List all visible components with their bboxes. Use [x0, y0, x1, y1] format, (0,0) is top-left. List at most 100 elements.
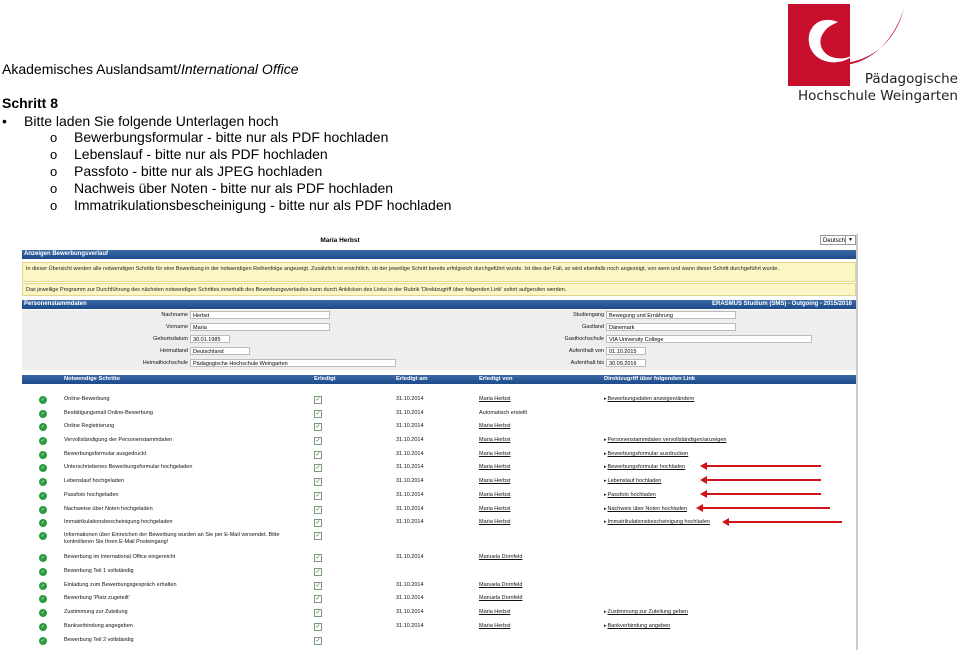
done-date: 31.10.2014 [396, 451, 424, 457]
direct-link[interactable]: Bankverbindung angeben [604, 623, 671, 629]
direct-link[interactable]: Bewerbungsformular hochladen [604, 464, 686, 470]
done-date: 31.10.2014 [396, 609, 424, 615]
done-checkbox: ✓ [314, 582, 322, 590]
status-ok-icon: ✓ [39, 568, 47, 576]
done-by[interactable]: Maria Herbst [479, 492, 510, 498]
step-label: Informationen über Einreichen der Bewerb… [64, 532, 280, 545]
done-checkbox: ✓ [314, 554, 322, 562]
done-checkbox: ✓ [314, 568, 322, 576]
col-step: Notwendige Schritte [64, 376, 121, 382]
table-row: ✓ Online-Bewerbung ✓ 31.10.2014 Maria Herbst… [22, 396, 856, 408]
step-label: Einladung zum Bewerbungsgespräch erhalte… [64, 582, 177, 588]
direct-link[interactable]: Bewerbungsformular ausdrucken [604, 451, 689, 457]
circle-bullet-icon: o [50, 164, 58, 179]
status-ok-icon: ✓ [39, 609, 47, 617]
done-by: Automatisch erstellt [479, 410, 527, 416]
status-ok-icon: ✓ [39, 464, 47, 472]
done-date: 31.10.2014 [396, 582, 424, 588]
step-label: Nachweise über Noten hochgeladen [64, 506, 153, 512]
direct-link[interactable]: Nachweis über Noten hochladen [604, 506, 688, 512]
done-by[interactable]: Maria Herbst [479, 396, 510, 402]
scrollbar[interactable] [856, 234, 858, 650]
done-by[interactable]: Maria Herbst [479, 478, 510, 484]
done-by[interactable]: Maria Herbst [479, 464, 510, 470]
info-box-2: Das jeweilige Programm zur Durchführung … [22, 283, 856, 296]
lastname-field: Herbst [190, 311, 330, 319]
step-title: Schritt 8 [2, 95, 59, 111]
red-arrow-5 [722, 518, 842, 526]
col-done-by: Erledigt von [479, 376, 513, 382]
stay-to-field: 30.09.2016 [606, 359, 646, 367]
done-by[interactable]: Maria Herbst [479, 609, 510, 615]
status-ok-icon: ✓ [39, 519, 47, 527]
done-by[interactable]: Maria Herbst [479, 623, 510, 629]
homecountry-field: Deutschland [190, 347, 250, 355]
status-ok-icon: ✓ [39, 492, 47, 500]
language-select[interactable]: Deutsch ▼ [820, 235, 856, 245]
step-label: Lebenslauf hochgeladen [64, 478, 124, 484]
done-by[interactable]: Manuela Dornfeld [479, 595, 522, 601]
steps-table-header: Notwendige Schritte Erledigt Erledigt am… [22, 375, 856, 384]
birthdate-field: 30.01.1985 [190, 335, 230, 343]
table-row: ✓ Bankverbindung angegeben ✓ 31.10.2014 Mari… [22, 623, 856, 635]
status-ok-icon: ✓ [39, 623, 47, 631]
done-checkbox: ✓ [314, 532, 322, 540]
done-by[interactable]: Maria Herbst [479, 506, 510, 512]
done-by[interactable]: Maria Herbst [479, 423, 510, 429]
status-ok-icon: ✓ [39, 410, 47, 418]
office-italic: International Office [180, 61, 299, 77]
direct-link[interactable]: Zustimmung zur Zuteilung geben [604, 609, 688, 615]
done-by[interactable]: Maria Herbst [479, 519, 510, 525]
step-label: Bankverbindung angegeben [64, 623, 133, 629]
done-by[interactable]: Maria Herbst [479, 437, 510, 443]
done-by[interactable]: Maria Herbst [479, 451, 510, 457]
office-prefix: Akademisches Auslandsamt/ [2, 61, 181, 77]
table-row: ✓ Bewerbung Teil 1 vollständig ✓ [22, 568, 856, 580]
table-row: ✓ Informationen über Einreichen der Bewer… [22, 532, 856, 550]
direct-link[interactable]: Lebenslauf hochladen [604, 478, 662, 484]
done-checkbox: ✓ [314, 437, 322, 445]
direct-link[interactable]: Passfoto hochladen [604, 492, 656, 498]
done-checkbox: ✓ [314, 623, 322, 631]
table-row: ✓ Bewerbung 'Platz zugeteilt' ✓ 31.10.2014 M… [22, 595, 856, 607]
logo-line-1: Pädagogische [864, 71, 958, 87]
done-date: 31.10.2014 [396, 623, 424, 629]
done-date: 31.10.2014 [396, 410, 424, 416]
portal-topbar: Maria Herbst Deutsch ▼ [22, 234, 858, 247]
step-label: Unterschriebenes Bewerbungsformular hoch… [64, 464, 193, 470]
direct-link[interactable]: Immatrikulationsbescheinigung hochladen [604, 519, 710, 525]
table-row: ✓ Online Registrierung ✓ 31.10.2014 Maria He… [22, 423, 856, 435]
status-ok-icon: ✓ [39, 554, 47, 562]
intro-text: Bitte laden Sie folgende Unterlagen hoch [24, 113, 279, 129]
step-label: Online Registrierung [64, 423, 115, 429]
table-row: ✓ Bewerbung Teil 2 vollständig ✓ [22, 637, 856, 649]
done-date: 31.10.2014 [396, 554, 424, 560]
hostcountry-field: Dänemark [606, 323, 736, 331]
done-by[interactable]: Manuela Dornfeld [479, 554, 522, 560]
program-header: ERASMUS Studium (SMS) - Outgoing - 2015/… [711, 301, 852, 307]
done-date: 31.10.2014 [396, 478, 424, 484]
done-checkbox: ✓ [314, 451, 322, 459]
list-item: o Immatrikulationsbescheinigung - bitte n… [50, 197, 452, 213]
table-row: ✓ Bestätigungsmail Online-Bewerbung ✓ 31.10… [22, 410, 856, 422]
status-ok-icon: ✓ [39, 437, 47, 445]
chevron-down-icon: ▼ [845, 236, 855, 244]
red-arrow-3 [700, 490, 821, 498]
done-checkbox: ✓ [314, 492, 322, 500]
done-checkbox: ✓ [314, 519, 322, 527]
done-date: 31.10.2014 [396, 437, 424, 443]
person-header: Personenstammdaten ERASMUS Studium (SMS)… [22, 300, 856, 309]
direct-link[interactable]: Personenstammdaten vervollständigen/anze… [604, 437, 727, 443]
step-label: Vervollständigung der Personenstammdaten [64, 437, 173, 443]
done-date: 31.10.2014 [396, 492, 424, 498]
list-item: o Nachweis über Noten - bitte nur als PDF… [50, 180, 394, 196]
direct-link[interactable]: Bewerbungsdaten anzeigen/ändern [604, 396, 695, 402]
list-item: o Lebenslauf - bitte nur als PDF hochlade… [50, 146, 328, 162]
done-by[interactable]: Manuela Dornfeld [479, 582, 522, 588]
step-label: Zustimmung zur Zuteilung [64, 609, 128, 615]
firstname-field: Maria [190, 323, 330, 331]
status-ok-icon: ✓ [39, 637, 47, 645]
person-data-panel: Nachname Herbst Vorname Maria Geburtsdatum… [22, 310, 856, 370]
col-done-on: Erledigt am [396, 376, 428, 382]
table-row: ✓ Einladung zum Bewerbungsgespräch erhalt… [22, 582, 856, 594]
